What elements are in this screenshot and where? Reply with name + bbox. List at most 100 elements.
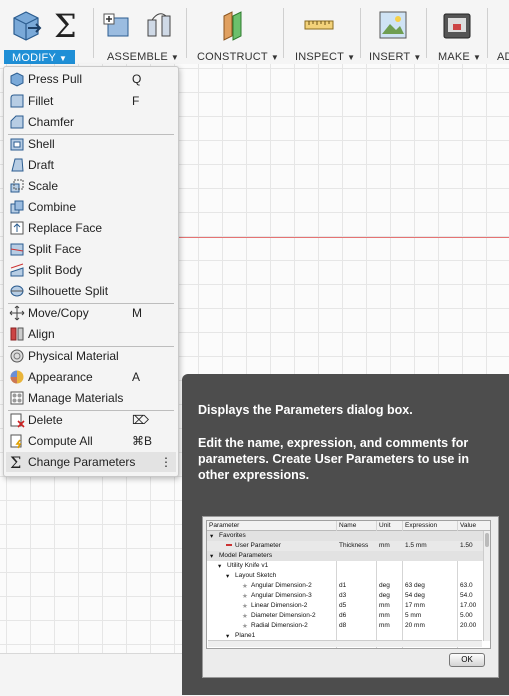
menu-item-press-pull[interactable]: Press Pull Q	[6, 69, 176, 89]
cell-param: Diameter Dimension-2	[251, 612, 316, 619]
table-row[interactable]: ▾ Model Parameters	[207, 551, 490, 561]
cell-param: Favorites	[219, 532, 246, 539]
fillet-icon	[9, 93, 25, 109]
menu-item-scale[interactable]: Scale	[6, 176, 176, 196]
tooltip-description: Edit the name, expression, and comments …	[198, 436, 469, 482]
delete-icon	[9, 412, 25, 428]
cell-param: Linear Dimension-2	[251, 602, 308, 609]
table-row[interactable]: ▾ Utility Knife v1	[207, 561, 490, 571]
joint-icon[interactable]	[142, 8, 176, 42]
cell-param: Utility Knife v1	[227, 562, 269, 569]
x-axis-line	[175, 237, 509, 238]
table-row[interactable]: ★ Linear Dimension-2 d5 mm 17 mm 17.00	[207, 601, 490, 611]
press-pull-icon[interactable]	[10, 8, 44, 42]
menu-item-combine[interactable]: Combine	[6, 197, 176, 217]
tab-inspect[interactable]: INSPECT ▼	[295, 51, 355, 63]
manage-materials-icon	[9, 390, 25, 406]
cell-expr: 63 deg	[405, 582, 425, 589]
cell-name: Thickness	[339, 542, 369, 549]
table-row[interactable]: ▾ Layout Sketch	[207, 571, 490, 581]
measure-icon[interactable]	[302, 8, 336, 42]
table-row[interactable]: ★ Radial Dimension-2 d8 mm 20 mm 20.00	[207, 621, 490, 631]
menu-item-compute-all[interactable]: Compute All ⌘B	[6, 431, 176, 451]
cell-value: 63.0	[460, 582, 473, 589]
change-parameters-icon: Σ	[9, 453, 25, 472]
cell-unit: mm	[379, 602, 390, 609]
cell-param: User Parameter	[235, 542, 281, 549]
menu-item-shell[interactable]: Shell	[6, 134, 176, 154]
expand-arrow-icon[interactable]: ▾	[218, 562, 221, 570]
expand-arrow-icon[interactable]: ▾	[226, 572, 229, 580]
menu-item-appearance[interactable]: Appearance A	[6, 367, 176, 387]
menu-item-physical-material[interactable]: Physical Material	[6, 346, 176, 366]
toolbar: Σ MODIFY ▼ ASSEMBLE ▼ CONSTRUCT ▼ INSPECT ▼ …	[0, 0, 509, 66]
table-row[interactable]: ▾ Favorites	[207, 531, 490, 541]
table-row[interactable]: ★ Angular Dimension-3 d3 deg 54 deg 54.0	[207, 591, 490, 601]
table-row[interactable]: ★ Angular Dimension-2 d1 deg 63 deg 63.0	[207, 581, 490, 591]
construct-plane-icon[interactable]	[216, 8, 250, 42]
move-copy-icon	[9, 305, 25, 321]
tab-assemble[interactable]: ASSEMBLE ▼	[107, 51, 179, 63]
new-component-icon[interactable]	[100, 8, 134, 42]
menu-item-align[interactable]: Align	[6, 324, 176, 344]
replace-face-icon	[9, 220, 25, 236]
cell-unit: mm	[379, 622, 390, 629]
tab-insert[interactable]: INSERT ▼	[369, 51, 421, 63]
make-3d-print-icon[interactable]	[440, 8, 474, 42]
cell-value: 54.0	[460, 592, 473, 599]
menu-item-change-parameters[interactable]: Σ Change Parameters ⋮	[6, 452, 176, 472]
cell-value: 17.00	[460, 602, 477, 609]
expand-arrow-icon[interactable]: ▾	[210, 532, 213, 540]
horizontal-scrollbar[interactable]	[208, 640, 482, 647]
parameter-icon: ★	[242, 623, 248, 630]
compute-all-icon	[9, 433, 25, 449]
vertical-scrollbar[interactable]	[483, 531, 490, 641]
tab-add-ins[interactable]: AD	[497, 51, 509, 63]
cell-value: 20.00	[460, 622, 477, 629]
cell-expr: 5 mm	[405, 612, 422, 619]
table-row[interactable]: User Parameter Thickness mm 1.5 mm 1.50	[207, 541, 490, 551]
split-face-icon	[9, 241, 25, 257]
menu-item-manage-materials[interactable]: Manage Materials	[6, 388, 176, 408]
table-header: Parameter Name Unit Expression Value	[207, 521, 490, 531]
menu-item-chamfer[interactable]: Chamfer	[6, 112, 176, 132]
cell-unit: mm	[379, 542, 390, 549]
parameter-icon	[226, 542, 232, 549]
sigma-icon[interactable]: Σ	[50, 7, 84, 45]
cell-name: d5	[339, 602, 347, 609]
cell-unit: deg	[379, 592, 390, 599]
cell-param: Radial Dimension-2	[251, 622, 308, 629]
menu-item-move-copy[interactable]: Move/Copy M	[6, 303, 176, 323]
cell-expr: 1.5 mm	[405, 542, 427, 549]
menu-item-replace-face[interactable]: Replace Face	[6, 218, 176, 238]
cell-unit: deg	[379, 582, 390, 589]
menu-item-draft[interactable]: Draft	[6, 155, 176, 175]
menu-item-split-face[interactable]: Split Face	[6, 239, 176, 259]
insert-image-icon[interactable]	[376, 8, 410, 42]
cell-param: Angular Dimension-3	[251, 592, 312, 599]
svg-text:Σ: Σ	[54, 8, 77, 42]
expand-arrow-icon[interactable]: ▾	[226, 632, 229, 640]
cell-name: d3	[339, 592, 347, 599]
cell-expr: 20 mm	[405, 622, 425, 629]
cell-param: Angular Dimension-2	[251, 582, 312, 589]
cell-name: d1	[339, 582, 347, 589]
table-row[interactable]: ★ Diameter Dimension-2 d6 mm 5 mm 5.00	[207, 611, 490, 621]
tab-make[interactable]: MAKE ▼	[438, 51, 481, 63]
modify-menu: Press Pull Q Fillet F Chamfer Shell Draf…	[3, 66, 179, 477]
cell-param: Plane1	[235, 632, 256, 639]
more-options-icon[interactable]: ⋮	[160, 452, 172, 472]
menu-item-split-body[interactable]: Split Body	[6, 260, 176, 280]
expand-arrow-icon[interactable]: ▾	[210, 552, 213, 560]
press-pull-icon	[9, 71, 25, 87]
tab-construct[interactable]: CONSTRUCT ▼	[197, 51, 279, 63]
parameters-table: Parameter Name Unit Expression Value ▾ Fa…	[206, 520, 491, 649]
menu-item-delete[interactable]: Delete ⌦	[6, 410, 176, 430]
menu-item-fillet[interactable]: Fillet F	[6, 91, 176, 111]
cell-value: 5.00	[460, 612, 473, 619]
parameter-icon: ★	[242, 613, 248, 620]
ok-button[interactable]: OK	[449, 653, 485, 667]
align-icon	[9, 326, 25, 342]
menu-item-silhouette-split[interactable]: Silhouette Split	[6, 281, 176, 301]
appearance-icon	[9, 369, 25, 385]
